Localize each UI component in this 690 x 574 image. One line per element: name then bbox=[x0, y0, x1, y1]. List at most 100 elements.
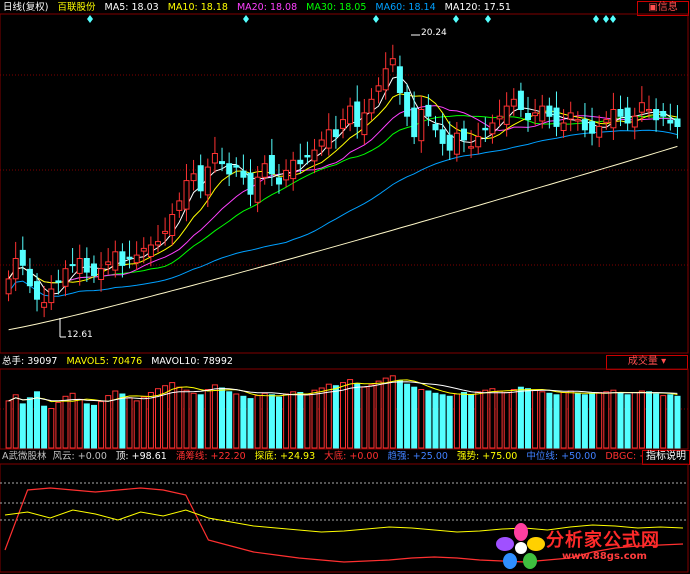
chart-canvas bbox=[0, 13, 689, 573]
volume-bar bbox=[26, 397, 33, 449]
volume-bar bbox=[439, 394, 446, 449]
volume-bar bbox=[546, 392, 553, 449]
candle-body bbox=[204, 166, 211, 196]
watermark-logo: 分析家公式网 www.88gs.com bbox=[496, 520, 686, 570]
volume-bar bbox=[453, 393, 460, 449]
volume-bar bbox=[226, 391, 233, 449]
volume-bar bbox=[105, 395, 112, 449]
candle-body bbox=[112, 251, 119, 271]
candle-body bbox=[169, 214, 176, 236]
candle-body bbox=[603, 119, 610, 123]
candle-body bbox=[646, 109, 652, 112]
candle-body bbox=[610, 109, 617, 129]
candle-body bbox=[667, 119, 674, 124]
candle-body bbox=[560, 122, 567, 131]
volume-bar bbox=[126, 397, 133, 449]
volume-bar bbox=[91, 404, 97, 449]
signal-diamond-icon bbox=[87, 15, 93, 23]
volume-bar bbox=[489, 388, 496, 449]
volume-bar bbox=[517, 386, 524, 449]
volume-bar bbox=[318, 387, 325, 449]
volume-bar bbox=[567, 390, 574, 449]
candle-body bbox=[290, 159, 297, 180]
volume-bar bbox=[589, 393, 596, 449]
candle-body bbox=[41, 302, 48, 308]
volume-bar bbox=[596, 392, 603, 449]
price-panel-frame bbox=[0, 13, 689, 354]
volume-bar bbox=[610, 389, 617, 449]
volume-bar bbox=[425, 390, 432, 449]
candle-body bbox=[396, 66, 403, 94]
volume-bar bbox=[617, 392, 624, 449]
volume-bar bbox=[254, 395, 261, 449]
candle-body bbox=[69, 264, 76, 267]
volume-bar bbox=[389, 375, 396, 449]
candle-body bbox=[567, 112, 574, 120]
candle-body bbox=[219, 161, 225, 165]
candle-body bbox=[425, 104, 432, 117]
ma120-line bbox=[8, 145, 678, 331]
candle-body bbox=[240, 170, 247, 178]
candle-body bbox=[190, 173, 197, 182]
volume-bar bbox=[368, 384, 375, 449]
volume-bar bbox=[147, 392, 154, 449]
signal-diamond-icon bbox=[593, 15, 599, 23]
candle-body bbox=[631, 115, 638, 128]
candle-body bbox=[26, 268, 33, 287]
candle-body bbox=[176, 200, 183, 211]
candle-body bbox=[325, 129, 332, 149]
candle-body bbox=[624, 107, 631, 124]
candle-body bbox=[19, 249, 26, 266]
volume-bar bbox=[560, 392, 567, 449]
volume-bar bbox=[340, 382, 346, 449]
candle-body bbox=[48, 288, 55, 304]
candle-body bbox=[361, 112, 368, 136]
candle-body bbox=[653, 109, 660, 121]
candle-body bbox=[318, 139, 325, 147]
volume-bar bbox=[240, 395, 247, 449]
volume-bar bbox=[197, 394, 204, 449]
volume-bar bbox=[211, 384, 218, 449]
candle-body bbox=[432, 123, 439, 131]
volume-bar bbox=[347, 379, 354, 449]
ma30-line bbox=[8, 115, 678, 284]
volume-bar bbox=[204, 389, 211, 449]
volume-bar bbox=[653, 393, 660, 449]
candle-body bbox=[596, 125, 603, 138]
candle-body bbox=[375, 85, 382, 92]
candle-body bbox=[468, 146, 475, 149]
candle-body bbox=[517, 90, 524, 110]
candle-body bbox=[76, 258, 83, 274]
volume-bar bbox=[290, 391, 297, 449]
signal-diamond-icon bbox=[610, 15, 616, 23]
candle-body bbox=[532, 112, 539, 117]
volume-bar bbox=[297, 392, 304, 449]
candle-body bbox=[574, 119, 581, 122]
volume-bar bbox=[12, 394, 19, 449]
volume-bar bbox=[581, 394, 588, 449]
signal-diamond-icon bbox=[453, 15, 459, 23]
volume-bar bbox=[311, 389, 318, 449]
candle-body bbox=[496, 115, 503, 120]
ma60-line bbox=[8, 129, 678, 297]
candle-body bbox=[105, 261, 112, 266]
low-price-label: 12.61 bbox=[67, 330, 93, 340]
candle-body bbox=[411, 107, 418, 138]
volume-bar bbox=[418, 389, 425, 449]
candle-body bbox=[354, 101, 361, 127]
volume-bar bbox=[261, 392, 268, 449]
candle-body bbox=[546, 105, 553, 117]
candle-body bbox=[91, 263, 97, 276]
candle-body bbox=[297, 159, 304, 165]
candle-body bbox=[340, 119, 346, 129]
volume-bar bbox=[404, 383, 411, 449]
volume-bar bbox=[332, 385, 339, 449]
candle-body bbox=[276, 177, 282, 185]
candle-body bbox=[226, 163, 233, 175]
volume-bar bbox=[396, 379, 403, 449]
candle-body bbox=[5, 278, 12, 295]
candle-body bbox=[183, 180, 190, 210]
candle-body bbox=[674, 118, 681, 127]
volume-bar bbox=[5, 400, 12, 449]
signal-diamond-icon bbox=[373, 15, 379, 23]
